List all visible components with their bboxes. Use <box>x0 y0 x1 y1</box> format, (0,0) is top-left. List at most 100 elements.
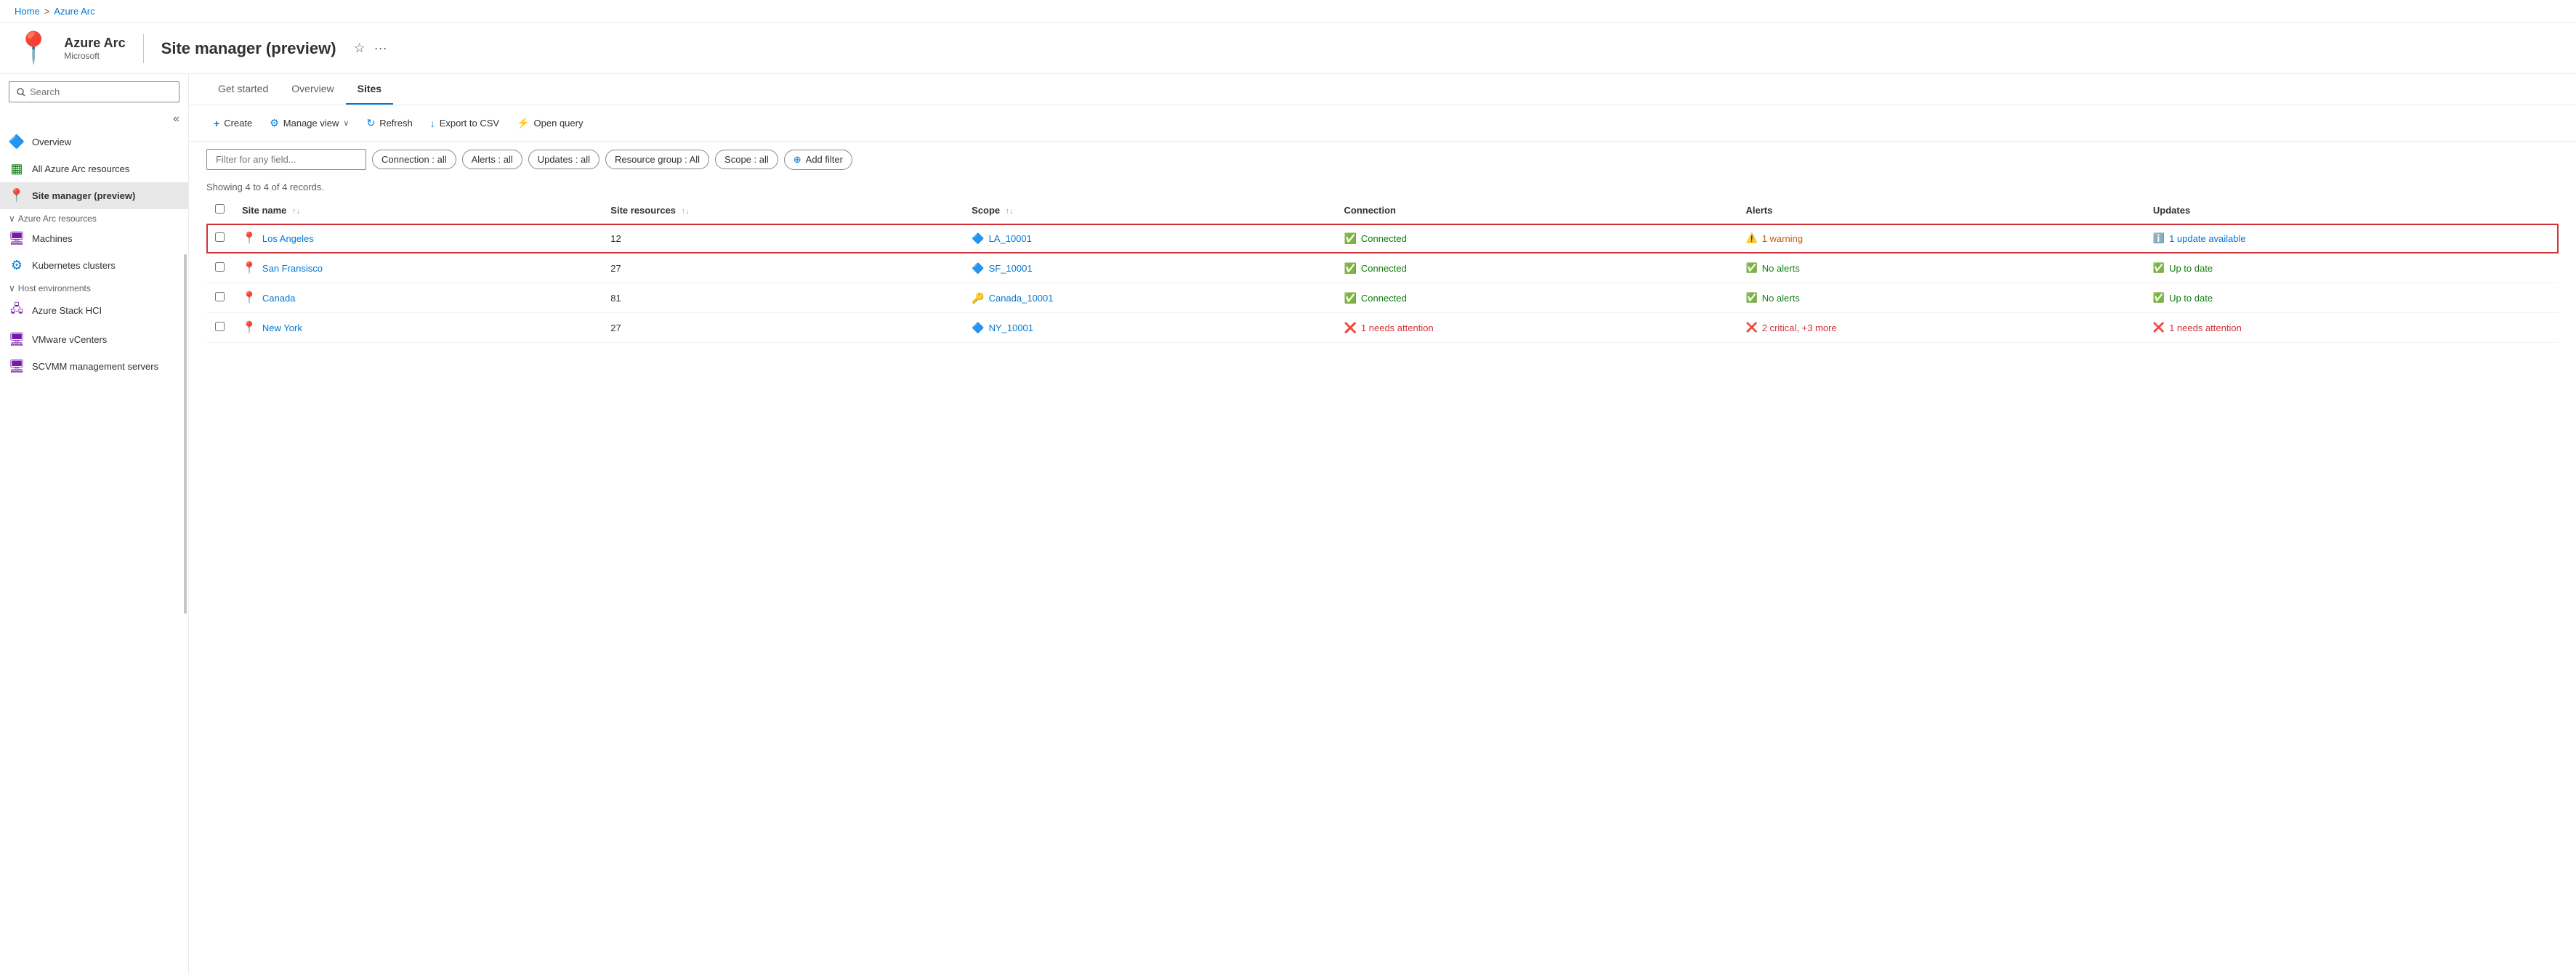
sidebar-item-label-machines: Machines <box>32 233 73 244</box>
site-link-canada[interactable]: 📍Canada <box>242 291 593 305</box>
connected-icon: ✅ <box>1344 232 1356 245</box>
sort-icon-site-name[interactable]: ↑↓ <box>292 207 300 216</box>
manage-view-button[interactable]: ⚙ Manage view ∨ <box>262 113 356 134</box>
row-connection: ❌1 needs attention <box>1335 313 1737 343</box>
add-filter-icon: ⊕ <box>794 154 802 166</box>
scope-link-los-angeles[interactable]: 🔷LA_10001 <box>972 232 1326 245</box>
open-query-icon: ⚡ <box>517 117 529 129</box>
row-alerts: ✅No alerts <box>1737 253 2144 283</box>
search-input[interactable] <box>9 81 179 102</box>
refresh-button[interactable]: ↻ Refresh <box>359 113 419 134</box>
sidebar-item-site-manager[interactable]: 📍 Site manager (preview) <box>0 182 188 209</box>
sidebar-item-hci[interactable]: 🖧 Azure Stack HCI <box>0 295 188 326</box>
filter-chip-scope[interactable]: Scope : all <box>715 150 778 169</box>
open-query-button[interactable]: ⚡ Open query <box>509 113 590 134</box>
filter-chip-connection[interactable]: Connection : all <box>372 150 456 169</box>
sidebar-item-k8s[interactable]: ⚙ Kubernetes clusters <box>0 252 188 279</box>
ok-icon: ✅ <box>2153 292 2165 304</box>
refresh-label: Refresh <box>379 118 413 129</box>
manage-view-icon: ⚙ <box>270 117 279 129</box>
toolbar: + Create ⚙ Manage view ∨ ↻ Refresh ↓ Exp… <box>189 105 2576 142</box>
sidebar-item-label-scvmm: SCVMM management servers <box>32 361 158 372</box>
filter-chip-resource-group[interactable]: Resource group : All <box>605 150 709 169</box>
pin-icon[interactable]: ☆ <box>354 41 366 56</box>
tab-sites[interactable]: Sites <box>346 74 393 105</box>
alerts-los-angeles[interactable]: ⚠️1 warning <box>1746 232 2136 244</box>
more-icon[interactable]: ··· <box>374 41 387 56</box>
sidebar-item-machines[interactable]: 🖥 Machines <box>0 225 188 252</box>
sidebar-section-arc-resources[interactable]: ∨ Azure Arc resources <box>0 209 188 225</box>
page-header: 📍 Azure Arc Microsoft Site manager (prev… <box>0 23 2576 74</box>
row-site-name: 📍New York <box>233 313 602 343</box>
row-updates: ✅Up to date <box>2144 253 2559 283</box>
row-connection: ✅Connected <box>1335 253 1737 283</box>
row-checkbox-cell <box>206 253 233 283</box>
scope-icon-new-york: 🔷 <box>972 322 984 334</box>
main-layout: « 🔷 Overview ▦ All Azure Arc resources 📍… <box>0 74 2576 974</box>
table-header-checkbox <box>206 197 233 224</box>
tab-get-started[interactable]: Get started <box>206 74 280 105</box>
connection-status-new-york[interactable]: ❌1 needs attention <box>1344 322 1728 334</box>
arc-resources-chevron-icon: ∨ <box>9 214 15 224</box>
column-header-site-name: Site name ↑↓ <box>233 197 602 224</box>
updates-new-york[interactable]: ❌1 needs attention <box>2153 322 2550 333</box>
updates-los-angeles[interactable]: ℹ️1 update available <box>2153 232 2550 244</box>
sidebar-item-label-overview: Overview <box>32 137 71 147</box>
updates-san-fransisco: ✅Up to date <box>2153 262 2550 274</box>
sidebar-section-label-host-environments: Host environments <box>18 283 91 293</box>
filter-chip-updates[interactable]: Updates : all <box>528 150 599 169</box>
alerts-new-york[interactable]: ❌2 critical, +3 more <box>1746 322 2136 333</box>
row-checkbox-los-angeles[interactable] <box>215 232 225 242</box>
sidebar-item-scvmm[interactable]: 🖥 SCVMM management servers <box>0 353 188 380</box>
table-row: 📍New York27🔷NY_10001❌1 needs attention❌2… <box>206 313 2559 343</box>
sidebar-collapse-button[interactable]: « <box>173 113 179 126</box>
site-pin-icon-los-angeles: 📍 <box>242 231 257 245</box>
row-alerts: ❌2 critical, +3 more <box>1737 313 2144 343</box>
scope-link-canada[interactable]: 🔑Canada_10001 <box>972 292 1326 304</box>
hci-icon: 🖧 <box>9 301 25 320</box>
export-button[interactable]: ↓ Export to CSV <box>423 113 506 134</box>
row-checkbox-new-york[interactable] <box>215 322 225 331</box>
filter-input[interactable] <box>206 149 366 170</box>
breadcrumb-home[interactable]: Home <box>15 6 40 17</box>
column-header-updates: Updates <box>2144 197 2559 224</box>
table-container: Site name ↑↓ Site resources ↑↓ Scope ↑↓ … <box>189 197 2576 343</box>
filter-chip-alerts[interactable]: Alerts : all <box>462 150 522 169</box>
all-resources-icon: ▦ <box>9 161 25 176</box>
ok-icon: ✅ <box>2153 262 2165 274</box>
row-checkbox-cell <box>206 224 233 253</box>
updates-canada: ✅Up to date <box>2153 292 2550 304</box>
select-all-checkbox[interactable] <box>215 204 225 214</box>
sidebar-item-overview[interactable]: 🔷 Overview <box>0 129 188 155</box>
row-checkbox-canada[interactable] <box>215 292 225 301</box>
sidebar-section-host-environments[interactable]: ∨ Host environments <box>0 279 188 295</box>
header-subtitle: Microsoft <box>64 51 125 61</box>
row-checkbox-san-fransisco[interactable] <box>215 262 225 272</box>
connection-status-los-angeles: ✅Connected <box>1344 232 1728 245</box>
scope-icon-los-angeles: 🔷 <box>972 232 984 245</box>
scope-link-san-fransisco[interactable]: 🔷SF_10001 <box>972 262 1326 275</box>
machines-icon: 🖥 <box>9 231 25 246</box>
breadcrumb-current[interactable]: Azure Arc <box>54 6 94 17</box>
sidebar-item-all-resources[interactable]: ▦ All Azure Arc resources <box>0 155 188 182</box>
breadcrumb: Home > Azure Arc <box>0 0 2576 23</box>
scope-icon-canada: 🔑 <box>972 292 984 304</box>
sort-icon-site-resources[interactable]: ↑↓ <box>682 207 690 216</box>
sidebar-item-vmware[interactable]: 🖥 VMware vCenters <box>0 326 188 353</box>
site-link-new-york[interactable]: 📍New York <box>242 320 593 335</box>
site-link-los-angeles[interactable]: 📍Los Angeles <box>242 231 593 245</box>
row-updates: ❌1 needs attention <box>2144 313 2559 343</box>
tab-overview[interactable]: Overview <box>280 74 345 105</box>
k8s-icon: ⚙ <box>9 258 25 273</box>
site-link-san-fransisco[interactable]: 📍San Fransisco <box>242 261 593 275</box>
column-header-site-resources: Site resources ↑↓ <box>602 197 963 224</box>
create-button[interactable]: + Create <box>206 113 259 134</box>
sort-icon-scope[interactable]: ↑↓ <box>1006 207 1014 216</box>
row-alerts: ✅No alerts <box>1737 283 2144 313</box>
add-filter-button[interactable]: ⊕ Add filter <box>784 150 852 170</box>
scvmm-icon: 🖥 <box>9 359 25 374</box>
scope-link-new-york[interactable]: 🔷NY_10001 <box>972 322 1326 334</box>
header-page-title: Site manager (preview) <box>161 39 336 58</box>
manage-view-chevron-icon: ∨ <box>343 118 349 128</box>
row-site-name: 📍Los Angeles <box>233 224 602 253</box>
